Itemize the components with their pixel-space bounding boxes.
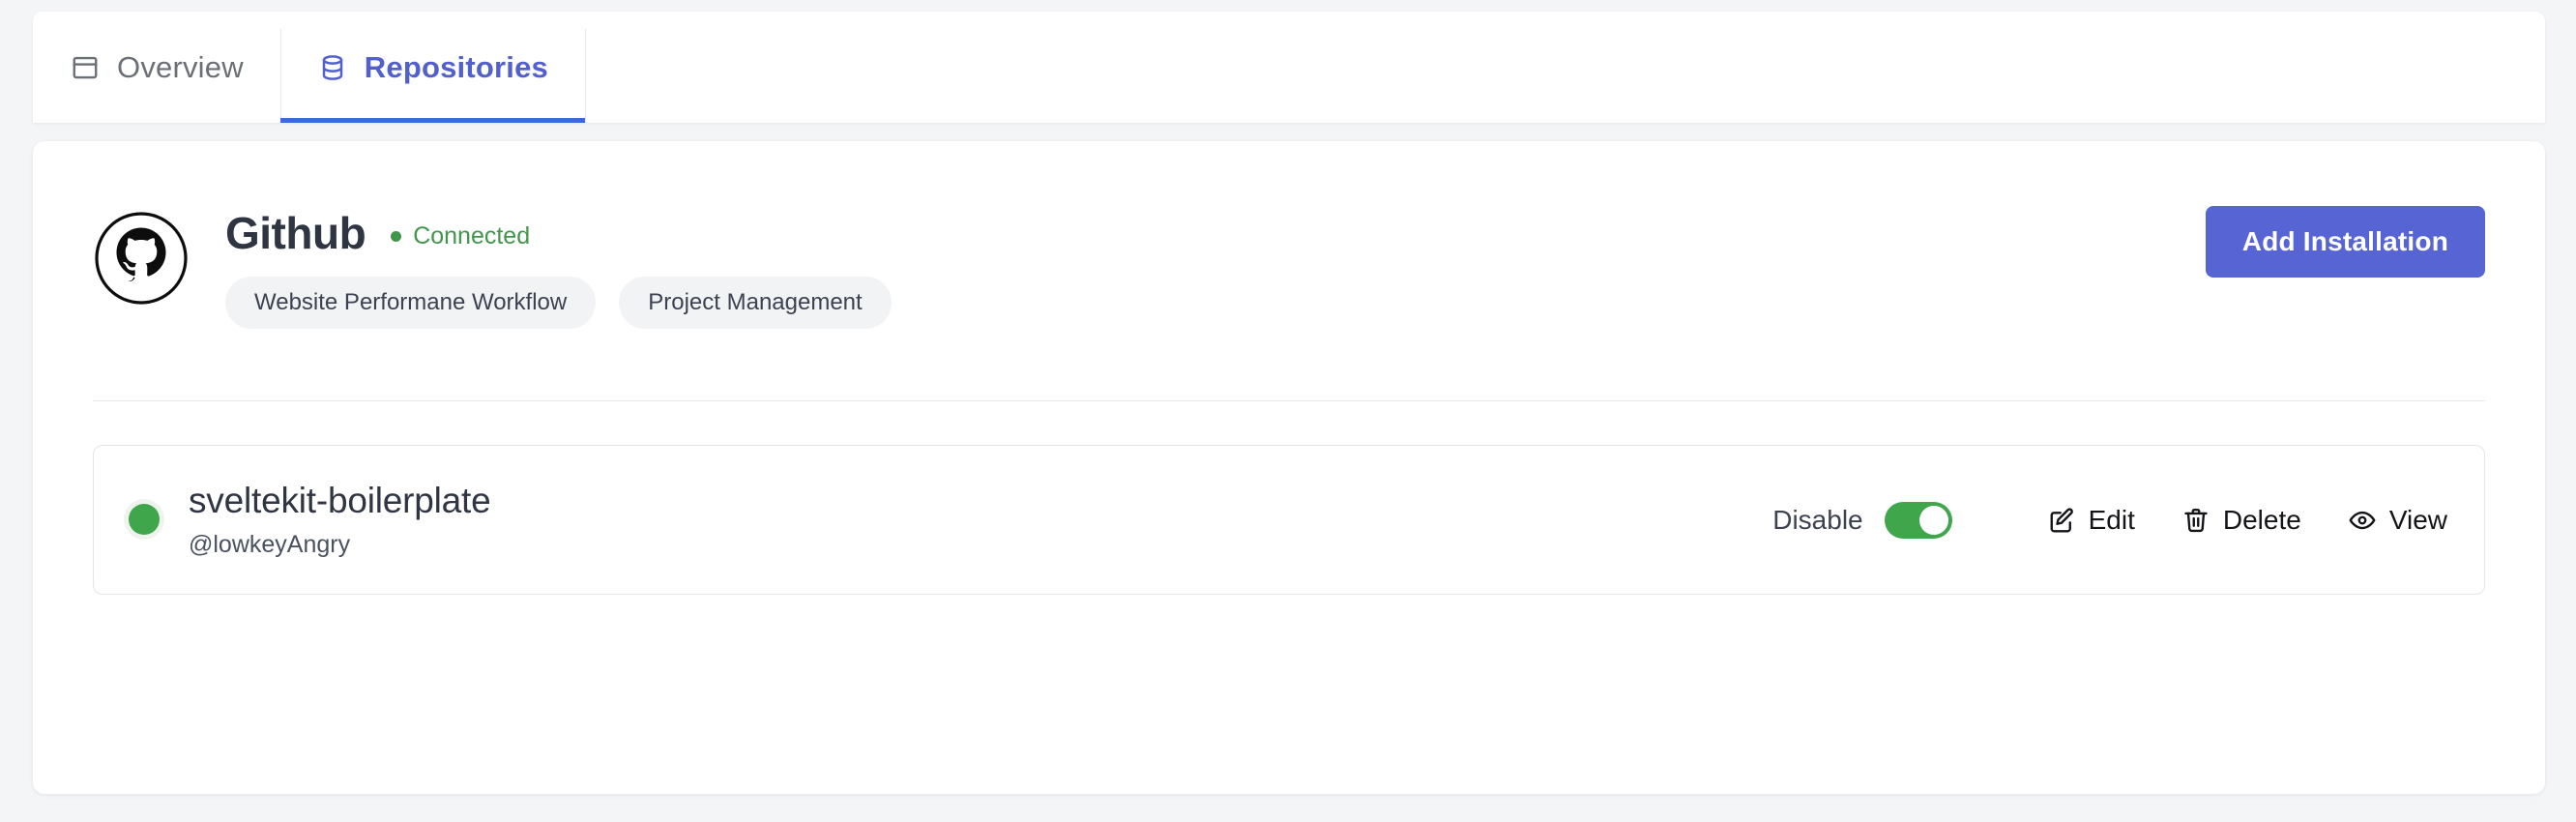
database-icon (317, 52, 348, 83)
repository-name: sveltekit-boilerplate (189, 481, 491, 521)
add-installation-button[interactable]: Add Installation (2205, 206, 2485, 278)
trash-icon (2181, 506, 2210, 535)
provider-name: Github (225, 208, 366, 258)
tab-repositories[interactable]: Repositories (279, 12, 586, 123)
tab-overview[interactable]: Overview (33, 12, 280, 123)
edit-button-label: Edit (2088, 504, 2135, 535)
repository-owner: @lowkeyAngry (189, 530, 351, 558)
repository-actions: Disable Edit Delete View (1772, 501, 2447, 539)
edit-pencil-icon (2047, 506, 2076, 535)
disable-toggle[interactable]: Disable (1772, 501, 1952, 539)
table-row[interactable]: sveltekit-boilerplate @lowkeyAngry Disab… (93, 445, 2485, 595)
provider-title-row: Github Connected (225, 206, 2206, 260)
provider-tag: Project Management (619, 277, 892, 329)
status-label: Connected (413, 221, 531, 250)
provider-tag: Website Performane Workflow (225, 277, 597, 329)
toggle-switch[interactable] (1884, 501, 1952, 539)
toggle-knob (1918, 505, 1948, 535)
eye-icon (2348, 506, 2377, 535)
tab-repositories-label: Repositories (364, 49, 548, 84)
provider-tag-list: Website Performane Workflow Project Mana… (225, 277, 2206, 329)
status-badge: Connected (391, 222, 530, 250)
delete-button[interactable]: Delete (2181, 505, 2301, 536)
app-page: Overview Repositories Github Connected W… (0, 0, 2576, 822)
repository-info: sveltekit-boilerplate @lowkeyAngry (129, 481, 1772, 559)
repository-text: sveltekit-boilerplate @lowkeyAngry (189, 481, 491, 559)
provider-body: Github Connected Website Performane Work… (225, 206, 2206, 329)
status-dot-icon (391, 230, 402, 242)
green-status-dot-icon (129, 504, 160, 536)
layout-panel-icon (70, 52, 101, 83)
view-button-label: View (2388, 504, 2447, 535)
edit-button[interactable]: Edit (2047, 505, 2135, 536)
section-divider (93, 400, 2485, 401)
integration-card: Github Connected Website Performane Work… (33, 141, 2545, 794)
view-button[interactable]: View (2348, 505, 2447, 536)
delete-button-label: Delete (2222, 504, 2301, 535)
tab-bar-filler (584, 12, 2545, 123)
github-logo-icon (93, 210, 190, 307)
disable-toggle-label: Disable (1772, 504, 1863, 535)
tab-bar: Overview Repositories (33, 12, 2545, 123)
tab-overview-label: Overview (117, 49, 244, 84)
provider-header: Github Connected Website Performane Work… (93, 206, 2485, 329)
repository-list: sveltekit-boilerplate @lowkeyAngry Disab… (93, 445, 2485, 595)
